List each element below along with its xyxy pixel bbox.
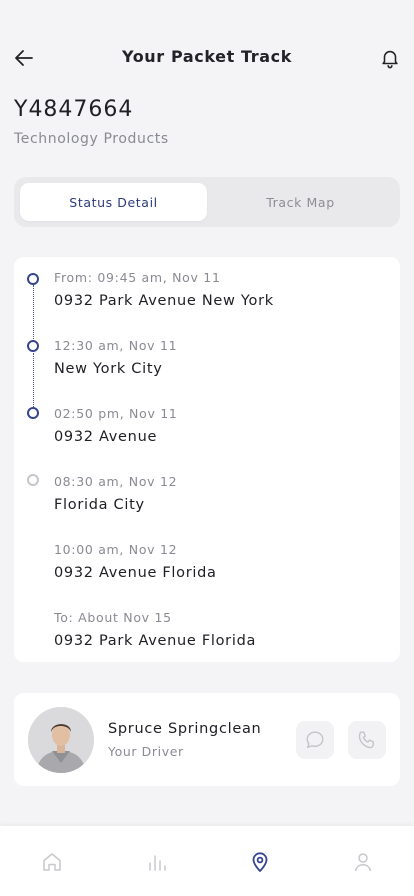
timeline-time: To: About Nov 15 (54, 610, 172, 625)
timeline-dot-inactive (27, 474, 39, 486)
timeline-time: 08:30 am, Nov 12 (54, 474, 178, 489)
timeline-place: 0932 Park Avenue Florida (54, 633, 257, 649)
tracking-id: Y4847664 (14, 97, 134, 122)
phone-icon (358, 731, 374, 749)
timeline-connector (33, 285, 34, 345)
timeline-dot-active (27, 273, 39, 285)
call-button[interactable] (348, 721, 386, 759)
tab-track-map[interactable]: Track Map (207, 183, 394, 221)
avatar (28, 707, 94, 773)
timeline-time: 10:00 am, Nov 12 (54, 542, 178, 557)
bottom-nav (0, 826, 414, 896)
profile-icon[interactable] (349, 848, 377, 876)
timeline-connector (33, 353, 34, 413)
timeline-dot-active (27, 340, 39, 352)
tab-status-detail[interactable]: Status Detail (20, 183, 207, 221)
timeline-place: New York City (54, 361, 163, 377)
timeline-card: From: 09:45 am, Nov 11 0932 Park Avenue … (14, 257, 400, 662)
timeline-time: From: 09:45 am, Nov 11 (54, 270, 221, 285)
timeline-item: 02:50 pm, Nov 11 0932 Avenue (54, 406, 178, 445)
timeline-place: 0932 Avenue Florida (54, 565, 217, 581)
timeline-item: 10:00 am, Nov 12 0932 Avenue Florida (54, 542, 217, 581)
chat-button[interactable] (296, 721, 334, 759)
stats-icon[interactable] (143, 848, 171, 876)
timeline-item: From: 09:45 am, Nov 11 0932 Park Avenue … (54, 270, 274, 309)
bell-icon[interactable] (376, 44, 404, 72)
driver-card: Spruce Springclean Your Driver (14, 693, 400, 786)
tab-switcher: Status Detail Track Map (14, 177, 400, 227)
app-header: Your Packet Track (0, 38, 414, 78)
driver-role: Your Driver (108, 744, 184, 759)
timeline-time: 12:30 am, Nov 11 (54, 338, 178, 353)
timeline-place: Florida City (54, 497, 145, 513)
home-icon[interactable] (38, 848, 66, 876)
timeline-dot-active (27, 407, 39, 419)
chat-bubble-icon (306, 731, 324, 749)
timeline-item: 12:30 am, Nov 11 New York City (54, 338, 177, 377)
page-title: Your Packet Track (122, 47, 292, 66)
location-pin-icon[interactable] (246, 848, 274, 876)
timeline-time: 02:50 pm, Nov 11 (54, 406, 178, 421)
timeline-place: 0932 Avenue (54, 429, 158, 445)
timeline-item: 08:30 am, Nov 12 Florida City (54, 474, 177, 513)
timeline-place: 0932 Park Avenue New York (54, 293, 274, 309)
timeline-item: To: About Nov 15 0932 Park Avenue Florid… (54, 610, 256, 649)
package-category: Technology Products (14, 131, 169, 147)
driver-name: Spruce Springclean (108, 721, 262, 737)
